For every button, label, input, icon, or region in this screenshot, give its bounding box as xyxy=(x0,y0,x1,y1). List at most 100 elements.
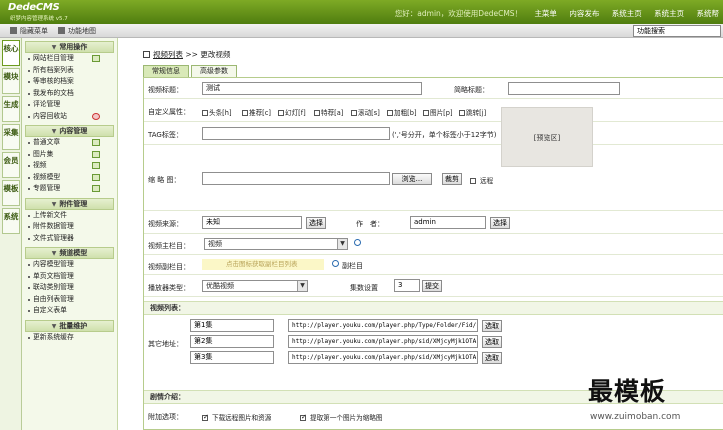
add-icon[interactable] xyxy=(92,150,100,158)
sidebar-group-header[interactable]: ▼ 附件管理 xyxy=(25,197,114,210)
author-select-button[interactable]: 选择 xyxy=(490,217,510,229)
sub-column-button[interactable]: 副栏目 xyxy=(342,261,363,271)
episode-url-input[interactable]: http://player.youku.com/player.php/sid/X… xyxy=(288,351,478,364)
nav-main-menu[interactable]: 主菜单 xyxy=(534,9,557,18)
download-remote-checkbox[interactable]: ✓ 下载远程图片和资源 xyxy=(202,412,271,422)
episode-url-input[interactable]: http://player.youku.com/player.php/Type/… xyxy=(288,319,478,332)
left-tab-collect[interactable]: 采集 xyxy=(2,124,20,150)
add-icon[interactable] xyxy=(92,162,100,169)
search-icon[interactable] xyxy=(332,260,339,267)
flag-headline-checkbox[interactable]: 头条[h] xyxy=(202,107,232,117)
sidebar-group-header[interactable]: ▼ 频道模型 xyxy=(25,247,114,259)
nav-content-publish[interactable]: 内容发布 xyxy=(569,9,599,18)
nav-help[interactable]: 系统帮 xyxy=(697,9,720,18)
breadcrumb-current: 更改视频 xyxy=(200,50,231,59)
sidebar-group-header[interactable]: ▼ 内容管理 xyxy=(25,125,114,137)
video-list-header: 视频列表： xyxy=(144,301,723,315)
sidebar-item[interactable]: 联动类别管理 xyxy=(25,282,114,294)
left-tab-member[interactable]: 会员 xyxy=(2,152,20,178)
sidebar-item[interactable]: 更新系统缓存 xyxy=(25,332,114,344)
sidebar-item[interactable]: 上传新文件 xyxy=(25,210,114,222)
add-icon[interactable] xyxy=(92,55,100,62)
episode-name-input[interactable]: 第2集 xyxy=(190,335,274,348)
title-input[interactable]: 测试 xyxy=(202,82,422,95)
flag-jump-checkbox[interactable]: 跳转[j] xyxy=(459,107,486,117)
author-label: 作 者： xyxy=(356,220,384,228)
sidebar-item[interactable]: 自由列表管理 xyxy=(25,294,114,306)
thumbnail-preview: [预览区] xyxy=(501,107,593,167)
sidebar-group-header[interactable]: ▼ 批量维护 xyxy=(25,319,114,332)
left-tab-generate[interactable]: 生成 xyxy=(2,96,20,122)
sidebar-item[interactable]: 单页文档管理 xyxy=(25,271,114,283)
flag-image-checkbox[interactable]: 图片[p] xyxy=(423,107,453,117)
hide-menu-button[interactable]: 隐藏菜单 xyxy=(10,26,48,36)
tag-hint: (','号分开，单个标签小于12字节) xyxy=(392,131,497,139)
sidebar-item[interactable]: 自定义表单 xyxy=(25,305,114,317)
remote-checkbox[interactable]: 远程 xyxy=(470,175,493,185)
row-source-author: 视频来源： 未知 选择 作 者： admin 选择 xyxy=(144,211,723,234)
left-tab-module[interactable]: 模块 xyxy=(2,68,20,94)
tab-advanced[interactable]: 高级参数 xyxy=(191,65,237,77)
nav-home[interactable]: 系统主页 xyxy=(612,9,642,18)
sidebar-item[interactable]: 等审核的档案 xyxy=(25,76,114,88)
sidebar-item[interactable]: 附件数据管理 xyxy=(25,221,114,233)
nav-site-home[interactable]: 系统主页 xyxy=(654,9,684,18)
add-icon[interactable] xyxy=(92,173,100,181)
author-input[interactable]: admin xyxy=(410,216,486,229)
sidebar-item[interactable]: 专题管理 xyxy=(25,183,114,195)
feature-map-button[interactable]: 功能地图 xyxy=(58,26,96,36)
sidebar-item[interactable]: 内容回收站 xyxy=(25,111,114,123)
short-title-input[interactable] xyxy=(508,82,620,95)
episode-pick-button[interactable]: 选取 xyxy=(482,320,502,332)
source-label: 视频来源： xyxy=(148,220,183,228)
source-select-button[interactable]: 选择 xyxy=(306,217,326,229)
flag-recommend-checkbox[interactable]: 推荐[c] xyxy=(242,107,271,117)
left-tabs: 核心 模块 生成 采集 会员 模板 系统 xyxy=(0,38,22,430)
first-image-checkbox[interactable]: ✓ 提取第一个图片为缩略图 xyxy=(300,412,383,422)
clear-icon[interactable] xyxy=(92,112,100,120)
column-select[interactable]: 视频 ▼ xyxy=(204,238,348,250)
left-tab-template[interactable]: 模板 xyxy=(2,180,20,206)
crop-button[interactable]: 裁剪 xyxy=(442,173,462,185)
tag-input[interactable] xyxy=(202,127,390,140)
episode-url-input[interactable]: http://player.youku.com/player.php/sid/X… xyxy=(288,335,478,348)
source-input[interactable]: 未知 xyxy=(202,216,302,229)
sidebar-item[interactable]: 评论管理 xyxy=(25,99,114,111)
thumb-label: 缩 略 图： xyxy=(148,176,181,184)
sidebar-item[interactable]: 所有档案列表 xyxy=(25,65,114,77)
episodes-input[interactable]: 3 xyxy=(394,279,420,292)
flag-scroll-checkbox[interactable]: 滚动[s] xyxy=(351,107,380,117)
episode-name-input[interactable]: 第3集 xyxy=(190,351,274,364)
tab-basic[interactable]: 常规信息 xyxy=(143,65,189,77)
sidebar-item[interactable]: 文件式管理器 xyxy=(25,233,114,245)
collapse-icon: ▼ xyxy=(51,44,57,51)
thumb-input[interactable] xyxy=(202,172,390,185)
episode-name-input[interactable]: 第1集 xyxy=(190,319,274,332)
sidebar-item[interactable]: 图片集 xyxy=(25,149,114,161)
breadcrumb-list-link[interactable]: 视频列表 xyxy=(153,50,183,59)
sidebar-item[interactable]: 内容模型管理 xyxy=(25,259,114,271)
player-select[interactable]: 优酷视频 ▼ xyxy=(202,280,308,292)
flag-bold-checkbox[interactable]: 加粗[b] xyxy=(387,107,417,117)
sidebar-item[interactable]: 视频 xyxy=(25,160,114,172)
sidebar-item[interactable]: 视频模型 xyxy=(25,172,114,184)
add-icon[interactable] xyxy=(92,139,100,146)
add-icon[interactable] xyxy=(92,185,100,192)
sidebar-item[interactable]: 网站栏目管理 xyxy=(25,53,114,65)
sidebar-group-header[interactable]: ▼ 常用操作 xyxy=(25,41,114,53)
left-tab-system[interactable]: 系统 xyxy=(2,208,20,234)
feature-search-input[interactable]: 功能搜索 xyxy=(633,25,721,37)
sub-column-field[interactable]: 点击图标获取副栏目列表 xyxy=(202,259,324,270)
sidebar-item[interactable]: 我发布的文档 xyxy=(25,88,114,100)
map-icon xyxy=(58,27,65,34)
episode-pick-button[interactable]: 选取 xyxy=(482,336,502,348)
logo: DedeCMS 织梦内容管理系统 v5.7 xyxy=(8,2,88,22)
flag-special-checkbox[interactable]: 特荐[a] xyxy=(314,107,343,117)
flag-slide-checkbox[interactable]: 幻灯[f] xyxy=(278,107,306,117)
sidebar-item[interactable]: 普通文章 xyxy=(25,137,114,149)
browse-button[interactable]: 浏览... xyxy=(392,173,432,185)
episodes-submit-button[interactable]: 提交 xyxy=(422,280,442,292)
left-tab-core[interactable]: 核心 xyxy=(2,40,20,66)
search-icon[interactable] xyxy=(354,239,361,246)
episode-pick-button[interactable]: 选取 xyxy=(482,352,502,364)
